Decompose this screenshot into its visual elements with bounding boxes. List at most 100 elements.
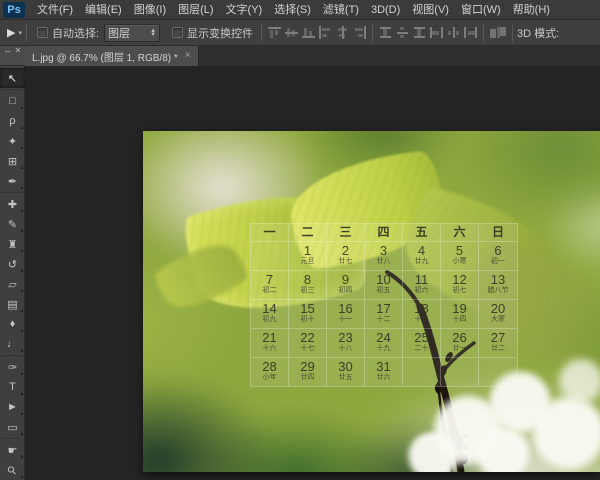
calendar-date: 27	[490, 330, 506, 345]
bokeh-highlight	[473, 427, 533, 472]
zoom-tool-icon: ⚲	[5, 463, 20, 478]
calendar-lunar-label: 初九	[262, 316, 277, 323]
calendar-date: 8	[303, 272, 312, 287]
flyout-indicator	[20, 372, 23, 375]
menu-item[interactable]: 视图(V)	[406, 0, 455, 20]
flyout-indicator	[20, 412, 23, 415]
calendar-lunar-label: 初五	[376, 287, 391, 294]
healing-brush-tool-icon: ✚	[7, 198, 18, 211]
calendar-date: 18	[414, 301, 429, 316]
clone-stamp-tool[interactable]: ♜	[0, 234, 25, 254]
calendar-date: 25	[414, 330, 429, 345]
calendar-lunar-label: 十九	[376, 345, 391, 352]
calendar-lunar-label: 初十	[300, 316, 315, 323]
divider	[483, 23, 485, 42]
auto-select-checkbox[interactable]	[36, 27, 48, 38]
menu-item[interactable]: 编辑(E)	[79, 0, 128, 20]
close-tab-icon[interactable]: ×	[185, 51, 191, 61]
calendar-cell: 24 十九	[365, 328, 403, 357]
calendar-date: 30	[338, 359, 353, 374]
menu-item[interactable]: 3D(D)	[365, 0, 406, 20]
auto-align-layers-icon	[489, 26, 508, 39]
canvas-area[interactable]: 一二三四五六日 1 元旦 2 廿七 3 廿八 4 廿九 5 小寒 6 初一 7 初二 8 初三 9 初四 10 初五 1…	[25, 66, 600, 480]
close-panel-icon[interactable]: ✕	[15, 46, 22, 56]
quick-selection-tool-icon: ✦	[7, 135, 18, 148]
calendar-date: 6	[494, 243, 502, 258]
eyedropper-tool[interactable]: ✒	[0, 171, 25, 191]
eraser-tool[interactable]: ▱	[0, 274, 25, 294]
align-right-edges-icon	[352, 26, 368, 39]
menu-item[interactable]: 文字(Y)	[220, 0, 269, 20]
calendar-lunar-label: 腊八节	[487, 287, 509, 294]
calendar-date: 28	[262, 359, 277, 374]
gradient-tool[interactable]: ▤	[0, 294, 25, 314]
calendar-cell: 22 十七	[289, 328, 327, 357]
divider	[372, 23, 374, 42]
brush-tool[interactable]: ✎	[0, 214, 25, 234]
calendar-cell: 5 小寒	[441, 241, 479, 270]
crop-tool-icon: ⊞	[7, 155, 18, 168]
path-selection-tool[interactable]: ►	[0, 397, 25, 417]
calendar-date: 29	[300, 359, 315, 374]
calendar-cell: 16 十一	[327, 299, 365, 328]
calendar-cell: 18 十三	[403, 299, 441, 328]
pen-tool[interactable]: ✑	[0, 357, 25, 377]
distribute-left-icon	[429, 26, 445, 39]
calendar-cell: 15 初十	[289, 299, 327, 328]
dodge-tool[interactable]: ♩	[0, 334, 25, 354]
quick-selection-tool[interactable]: ✦	[0, 131, 25, 151]
flyout-indicator	[20, 166, 23, 169]
calendar-lunar-label: 初七	[452, 287, 467, 294]
eyedropper-tool-icon: ✒	[7, 175, 18, 188]
hand-tool[interactable]: ☛	[0, 440, 25, 460]
move-tool[interactable]: ↖	[0, 68, 25, 88]
auto-select-dropdown[interactable]: 图层 ▲ ▼	[104, 23, 161, 42]
flyout-indicator	[20, 209, 23, 212]
menu-item[interactable]: 文件(F)	[31, 0, 79, 20]
hand-tool-icon: ☛	[7, 444, 18, 457]
menu-item[interactable]: 图层(L)	[172, 0, 219, 20]
menu-item[interactable]: 窗口(W)	[455, 0, 507, 20]
toolbox-panel-header: ↔ ✕	[0, 46, 25, 66]
calendar-cell: 9 初四	[327, 270, 365, 299]
menu-bar: Ps 文件(F) 编辑(E) 图像(I) 图层(L) 文字(Y) 选择(S) 滤镜(T) 3D…	[0, 0, 600, 20]
flyout-indicator	[20, 106, 23, 109]
tool-preset-picker[interactable]: ▶ ▾	[7, 26, 22, 39]
calendar-lunar-label: 二十	[414, 345, 429, 352]
rectangle-tool[interactable]: ▭	[0, 417, 25, 437]
align-horizontal-centers-icon	[335, 26, 351, 39]
calendar-lunar-label: 初六	[414, 287, 429, 294]
divider	[25, 23, 27, 42]
calendar-cell: 21 十六	[251, 328, 289, 357]
calendar-cell: 3 廿八	[365, 241, 403, 270]
menu-item[interactable]: 滤镜(T)	[317, 0, 365, 20]
bokeh-highlight	[531, 393, 600, 472]
menu-item[interactable]: 图像(I)	[128, 0, 172, 20]
calendar-date: 2	[341, 243, 350, 258]
flyout-indicator	[20, 309, 23, 312]
open-image-calendar-photo[interactable]: 一二三四五六日 1 元旦 2 廿七 3 廿八 4 廿九 5 小寒 6 初一 7 初二 8 初三 9 初四 10 初五 1…	[143, 131, 600, 472]
calendar-date: 13	[490, 272, 506, 287]
calendar-cell: 25 二十	[403, 328, 441, 357]
collapse-panel-icon[interactable]: ↔	[4, 46, 12, 56]
menu-item[interactable]: 帮助(H)	[507, 0, 556, 20]
calendar-lunar-label: 廿五	[338, 374, 353, 381]
type-tool[interactable]: T	[0, 377, 25, 397]
calendar-cell: 28 小年	[251, 357, 289, 386]
document-tab[interactable]: L.jpg @ 66.7% (图层 1, RGB/8) * ×	[25, 46, 199, 66]
healing-brush-tool[interactable]: ✚	[0, 194, 25, 214]
zoom-tool[interactable]: ⚲	[0, 460, 25, 480]
blur-tool[interactable]: ♦	[0, 314, 25, 334]
align-bottom-edges-icon	[301, 26, 317, 39]
crop-tool[interactable]: ⊞	[0, 151, 25, 171]
calendar-lunar-label: 廿六	[376, 374, 391, 381]
lasso-tool[interactable]: ρ	[0, 111, 25, 131]
calendar-weekday: 日	[491, 225, 504, 239]
show-transform-checkbox[interactable]	[172, 27, 184, 38]
history-brush-tool[interactable]: ↺	[0, 254, 25, 274]
menu-item[interactable]: 选择(S)	[268, 0, 317, 20]
rect-marquee-tool[interactable]: □	[0, 91, 25, 111]
gradient-tool-icon: ▤	[7, 298, 18, 311]
calendar-date: 19	[452, 301, 467, 316]
calendar-cell: 10 初五	[365, 270, 403, 299]
